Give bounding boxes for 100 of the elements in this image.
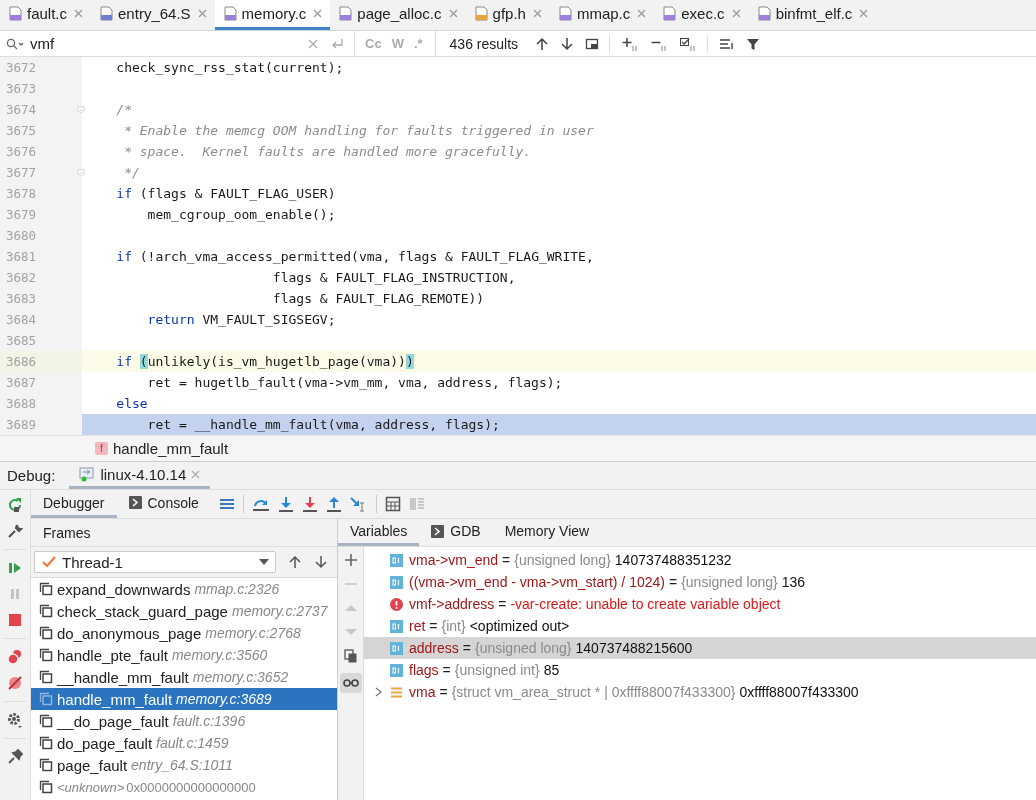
code-line: flags & FAULT_FLAG_INSTRUCTION, (271, 270, 516, 285)
stack-frame[interactable]: expand_downwards mmap.c:2326 (31, 578, 337, 600)
line-number: 3685 (0, 330, 82, 351)
close-icon[interactable] (637, 9, 647, 18)
error-icon (390, 597, 403, 611)
variable-row[interactable]: ((vma->vm_end - vma->vm_start) / 1024) = {unsigned long} 136 (364, 571, 1036, 593)
select-all-icon[interactable] (679, 35, 698, 52)
close-icon[interactable] (313, 9, 323, 18)
close-icon[interactable] (197, 9, 207, 18)
search-icon (6, 37, 24, 50)
stack-frame[interactable]: check_stack_guard_page memory.c:2737 (31, 600, 337, 622)
add-selection-icon[interactable] (621, 35, 640, 52)
newline-icon[interactable] (330, 37, 344, 50)
close-icon[interactable] (74, 9, 84, 18)
line-number: 3684 (0, 309, 82, 330)
file-tab[interactable]: memory.c (214, 0, 331, 30)
file-tab[interactable]: gfp.h (465, 0, 550, 30)
session-icon (79, 466, 96, 482)
window-icon[interactable] (585, 36, 600, 51)
frame-icon (39, 670, 53, 684)
file-tab[interactable]: entry_64.S (91, 0, 215, 30)
menu-icon[interactable] (218, 497, 235, 511)
settings-icon[interactable] (7, 712, 23, 728)
up-arrow-icon[interactable] (288, 555, 302, 569)
breadcrumb-item[interactable]: handle_mm_fault (113, 440, 229, 457)
file-tab[interactable]: exec.c (654, 0, 749, 30)
variables-tab[interactable]: GDB (419, 519, 493, 546)
thread-dropdown[interactable]: Thread-1 (34, 551, 276, 573)
variable-row[interactable]: vmf->address = -var-create: unable to create variable object (364, 593, 1036, 615)
line-number: 3677 (0, 162, 82, 183)
console-icon (431, 524, 445, 538)
mute-breakpoints-icon[interactable] (7, 675, 23, 691)
file-icon (757, 6, 771, 21)
line-number: 3676 (0, 141, 82, 162)
clear-icon[interactable] (308, 38, 318, 49)
down-arrow-icon[interactable] (560, 36, 575, 51)
stack-frame[interactable]: do_anonymous_page memory.c:2768 (31, 622, 337, 644)
stack-frame[interactable]: handle_mm_fault memory.c:3689 (31, 688, 337, 710)
file-tab[interactable]: page_alloc.c (330, 0, 466, 30)
frame-icon (39, 758, 53, 772)
line-number: 3672 (0, 57, 82, 78)
step-out-icon[interactable] (325, 496, 342, 512)
calculator-icon[interactable] (384, 496, 401, 512)
stack-frame[interactable]: __do_page_fault fault.c:1396 (31, 710, 337, 732)
close-icon[interactable] (731, 9, 741, 18)
code-line: if (flags & FAULT_FLAG_USER) (115, 186, 336, 201)
file-icon (339, 6, 353, 21)
frame-icon (39, 736, 53, 750)
rerun-icon[interactable] (7, 497, 23, 513)
value-icon (390, 641, 403, 655)
code-line: if (!arch_vma_access_permitted(vma, flags & FAULT_FLAG_WRITE, (115, 249, 594, 264)
close-icon[interactable] (859, 9, 869, 18)
frame-icon (39, 692, 53, 706)
debugger-tab[interactable]: Debugger (31, 490, 117, 518)
add-icon[interactable] (343, 553, 358, 567)
file-icon (100, 6, 114, 21)
step-into-icon[interactable] (277, 496, 294, 512)
line-number: 3682 (0, 267, 82, 288)
stop-icon[interactable] (7, 612, 23, 628)
variable-row[interactable]: vma = {struct vm_area_struct * | 0xffff88007f433300} 0xffff88007f433300 (364, 681, 1036, 703)
file-icon (474, 6, 488, 21)
filter-lines-icon[interactable] (719, 36, 736, 51)
variable-row[interactable]: vma->vm_end = {unsigned long} 140737488351232 (364, 549, 1036, 571)
file-tab[interactable]: mmap.c (549, 0, 655, 30)
watches-toggle[interactable] (339, 673, 362, 693)
variable-row[interactable]: ret = {int} <optimized out> (364, 615, 1036, 637)
line-number: 3675 (0, 120, 82, 141)
stack-frame[interactable]: page_fault entry_64.S:1011 (31, 754, 337, 776)
stack-frame[interactable]: __handle_mm_fault memory.c:3652 (31, 666, 337, 688)
file-tab[interactable]: binfmt_elf.c (748, 0, 877, 30)
glasses-icon (342, 678, 359, 688)
file-tab[interactable]: fault.c (0, 0, 92, 30)
variable-row[interactable]: flags = {unsigned int} 85 (364, 659, 1036, 681)
debugger-tab[interactable]: Console (116, 490, 211, 518)
value-icon (390, 663, 403, 677)
search-field[interactable]: vmf (0, 35, 296, 52)
file-icon (558, 6, 572, 21)
copy-icon[interactable] (343, 649, 358, 663)
wrench-icon[interactable] (7, 523, 23, 539)
stack-frame[interactable]: <unknown>0x0000000000000000 (31, 776, 337, 798)
close-icon[interactable] (448, 9, 458, 18)
code-line: flags & FAULT_FLAG_REMOTE)) (271, 291, 485, 306)
variables-tab[interactable]: Memory View (492, 519, 602, 546)
line-number: 3689 (0, 414, 82, 435)
up-arrow-icon[interactable] (535, 36, 550, 51)
code-line: */ (123, 165, 140, 180)
stack-frame[interactable]: do_page_fault fault.c:1459 (31, 732, 337, 754)
stack-frame[interactable]: handle_pte_fault memory.c:3560 (31, 644, 337, 666)
close-icon[interactable] (532, 9, 542, 18)
pin-icon[interactable] (7, 749, 23, 765)
breakpoints-icon[interactable] (7, 649, 23, 665)
function-icon: f (95, 442, 108, 455)
variable-row[interactable]: address = {unsigned long} 140737488215600 (364, 637, 1036, 659)
frames-title: Frames (43, 524, 91, 541)
filter-icon[interactable] (746, 36, 761, 51)
down-arrow-icon[interactable] (314, 555, 328, 569)
line-number: 3688 (0, 393, 82, 414)
line-number: 3673 (0, 78, 82, 99)
resume-icon[interactable] (7, 560, 23, 576)
force-step-into-icon[interactable] (301, 496, 318, 512)
